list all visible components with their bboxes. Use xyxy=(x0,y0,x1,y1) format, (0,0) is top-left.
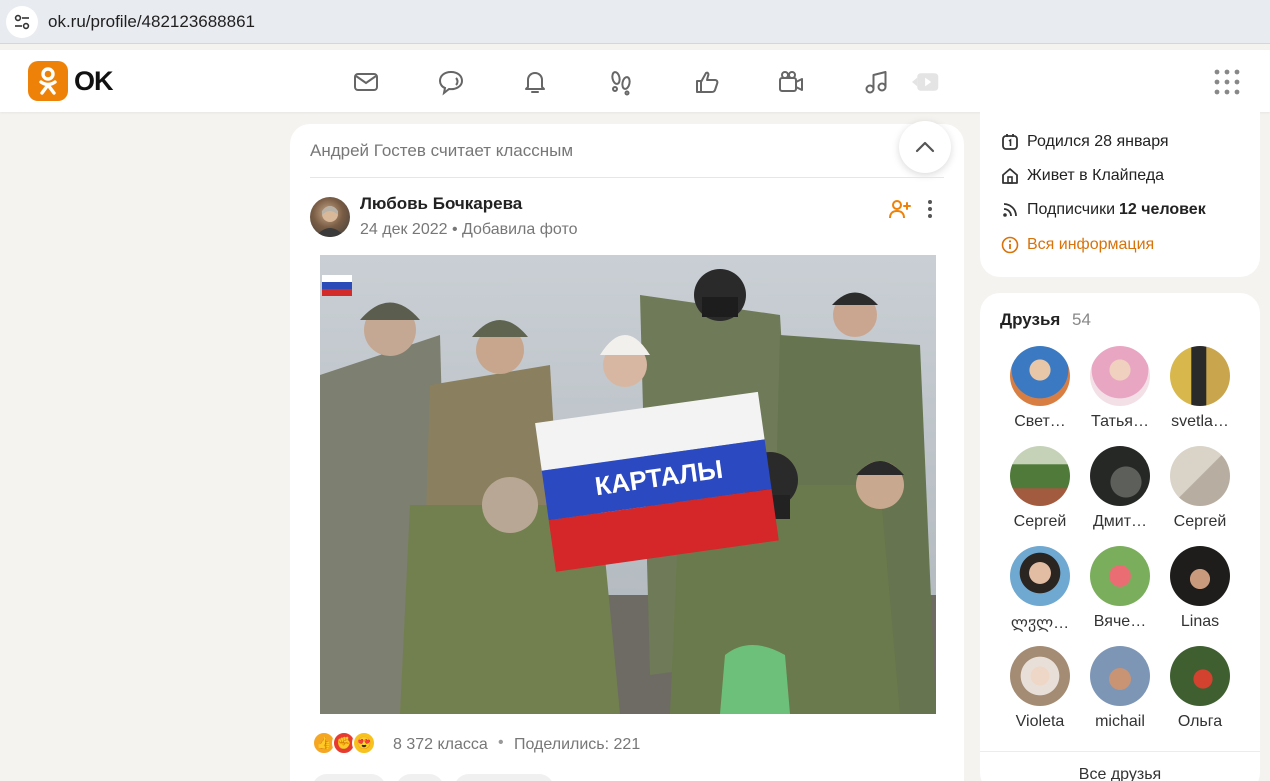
friend-name: Татья… xyxy=(1091,413,1149,430)
apps-grid-icon[interactable] xyxy=(1213,68,1241,96)
friend-item[interactable]: svetla… xyxy=(1160,346,1240,431)
friend-avatar xyxy=(1010,446,1070,506)
friend-avatar xyxy=(1090,546,1150,606)
post-photo[interactable]: КАРТАЛЫ xyxy=(320,255,936,714)
friend-avatar xyxy=(1010,346,1070,406)
friend-avatar xyxy=(1090,446,1150,506)
birthday-row: Родился 28 января xyxy=(1000,132,1169,152)
shares-count[interactable]: Поделились: 221 xyxy=(514,736,640,754)
friend-name: Linas xyxy=(1180,613,1220,630)
friend-item[interactable]: Сергей xyxy=(1000,446,1080,531)
post-author-name[interactable]: Любовь Бочкарева xyxy=(360,194,522,214)
friend-name: svetla… xyxy=(1171,413,1229,430)
video-play-icon[interactable] xyxy=(910,67,942,97)
friend-avatar xyxy=(1010,546,1070,606)
friend-item[interactable]: michail xyxy=(1080,646,1160,731)
friend-item[interactable]: Linas xyxy=(1160,546,1240,631)
friends-title[interactable]: Друзья xyxy=(1000,310,1060,330)
friend-name: Сергей xyxy=(1173,513,1227,530)
lives-text[interactable]: Живет в Клайпеда xyxy=(1027,167,1164,185)
share-button[interactable] xyxy=(396,774,444,781)
likes-count[interactable]: 8 372 класса xyxy=(393,736,488,754)
friend-avatar xyxy=(1170,346,1230,406)
top-navigation: OK xyxy=(0,50,1270,112)
friend-avatar xyxy=(1170,546,1230,606)
friend-avatar xyxy=(1170,446,1230,506)
feed-post-card: Андрей Гостев считает классным Любовь Бо… xyxy=(290,121,964,781)
friends-count: 54 xyxy=(1072,310,1091,329)
calendar-icon xyxy=(1000,132,1020,152)
ok-logo-icon xyxy=(28,61,68,101)
collapse-button[interactable] xyxy=(899,121,951,173)
friend-name: Дмит… xyxy=(1092,513,1148,530)
friend-item[interactable]: Татья… xyxy=(1080,346,1160,431)
friend-name: Вяче… xyxy=(1093,613,1147,630)
friend-item[interactable]: Сергей xyxy=(1160,446,1240,531)
ok-logo[interactable]: OK xyxy=(28,61,113,101)
music-icon[interactable] xyxy=(861,67,891,97)
friends-card: Друзья 54 Свет… Татья… svetla… Сергей Дм… xyxy=(980,293,1260,781)
url-field[interactable]: ok.ru/profile/482123688861 xyxy=(48,12,255,32)
friend-item[interactable]: ლჳლ… xyxy=(1000,546,1080,633)
discussions-icon[interactable] xyxy=(436,67,466,97)
lives-row: Живет в Клайпеда xyxy=(1000,166,1164,186)
guests-icon[interactable] xyxy=(606,67,636,97)
all-friends-link[interactable]: Все друзья xyxy=(980,766,1260,781)
logo-text: OK xyxy=(74,65,113,96)
profile-info-card: Родился 28 января Живет в Клайпеда Подпи… xyxy=(980,112,1260,277)
add-friend-icon[interactable] xyxy=(888,198,912,220)
friend-name: Violeta xyxy=(1015,713,1065,730)
subscribers-label: Подписчики xyxy=(1027,201,1116,218)
rss-icon xyxy=(1000,200,1020,220)
friend-avatar xyxy=(1090,646,1150,706)
notifications-icon[interactable] xyxy=(520,67,550,97)
love-reaction-icon: 😍 xyxy=(352,731,376,755)
home-icon xyxy=(1000,166,1020,186)
feed-activity-header[interactable]: Андрей Гостев считает классным xyxy=(310,141,573,161)
video-icon[interactable] xyxy=(776,67,806,97)
friend-name: ლჳლ… xyxy=(1010,615,1070,632)
friend-item[interactable]: Дмит… xyxy=(1080,446,1160,531)
reaction-icons[interactable]: 👍 ✊ 😍 xyxy=(312,731,376,755)
post-meta: 24 дек 2022 • Добавила фото xyxy=(360,221,578,238)
subscribers-row[interactable]: Подписчики 12 человек xyxy=(1000,200,1206,220)
friend-name: Сергей xyxy=(1013,513,1067,530)
birthday-text: Родился 28 января xyxy=(1027,133,1169,150)
friend-name: michail xyxy=(1095,713,1145,730)
all-info-text[interactable]: Вся информация xyxy=(1027,236,1154,254)
more-options-icon[interactable] xyxy=(920,198,940,220)
author-avatar[interactable] xyxy=(310,197,350,237)
friend-name: Ольга xyxy=(1177,713,1223,730)
events-icon[interactable] xyxy=(692,67,722,97)
info-icon xyxy=(1000,235,1020,255)
site-settings-icon[interactable] xyxy=(6,6,38,38)
all-info-link[interactable]: Вся информация xyxy=(1000,235,1154,255)
subscribers-value: 12 человек xyxy=(1119,201,1206,218)
stats-separator: • xyxy=(498,734,504,751)
friend-avatar xyxy=(1010,646,1070,706)
divider xyxy=(310,177,944,178)
messages-icon[interactable] xyxy=(351,67,381,97)
friend-item[interactable]: Ольга xyxy=(1160,646,1240,731)
chevron-up-icon xyxy=(915,141,935,153)
friend-avatar xyxy=(1170,646,1230,706)
friend-item[interactable]: Свет… xyxy=(1000,346,1080,431)
friend-name: Свет… xyxy=(1014,413,1066,430)
divider xyxy=(980,751,1260,752)
comment-button[interactable] xyxy=(312,774,386,781)
friend-item[interactable]: Violeta xyxy=(1000,646,1080,731)
friend-avatar xyxy=(1090,346,1150,406)
like-button[interactable] xyxy=(454,774,554,781)
friend-item[interactable]: Вяче… xyxy=(1080,546,1160,631)
browser-address-bar: ok.ru/profile/482123688861 xyxy=(0,0,1270,44)
